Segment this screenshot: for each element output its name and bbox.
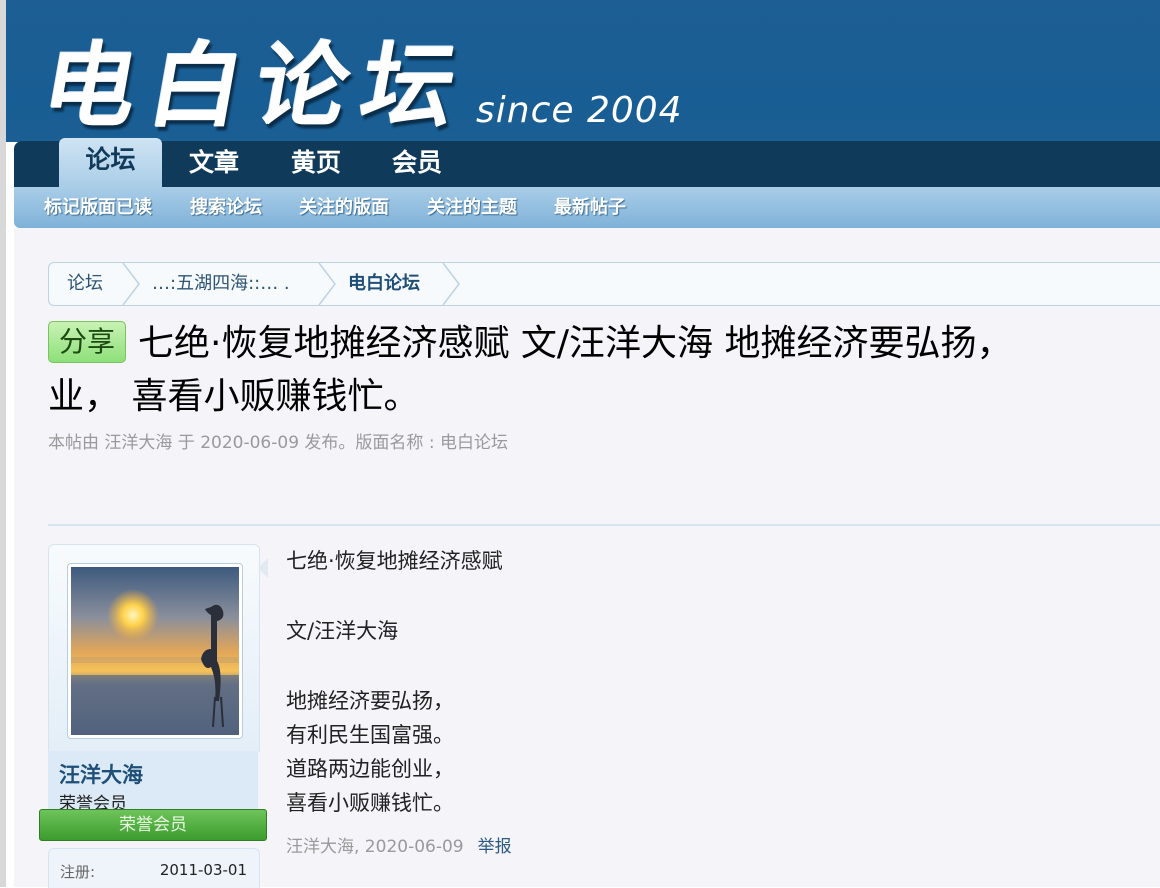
post-user-card: 汪洋大海 荣誉会员 荣誉会员 注册: 2011-03-01 — [39, 544, 267, 888]
user-info: 汪洋大海 荣誉会员 — [48, 751, 258, 814]
subnav-watched-threads[interactable]: 关注的主题 — [427, 187, 517, 228]
subnav-mark-read[interactable]: 标记版面已读 — [44, 187, 152, 228]
post-line: 有利民生国富强。 — [286, 723, 454, 747]
message-pointer — [258, 558, 268, 578]
subnav-new-posts[interactable]: 最新帖子 — [554, 187, 626, 228]
site-header: 电白论坛 since 2004 — [6, 0, 1160, 142]
page-content: 论坛 …:五湖四海::… . 电白论坛 分享 七绝·恢复地摊经济感赋 文/汪洋大海… — [14, 228, 1160, 888]
breadcrumb-item-current[interactable]: 电白论坛 — [348, 263, 420, 305]
tab-members[interactable]: 会员 — [377, 141, 457, 187]
user-register-info: 注册: 2011-03-01 — [48, 848, 260, 888]
tab-yellow-pages[interactable]: 黄页 — [276, 141, 356, 187]
post-line: 地摊经济要弘扬， — [286, 689, 454, 713]
thread-prefix-badge[interactable]: 分享 — [48, 321, 127, 363]
main-nav: 论坛 文章 黄页 会员 — [14, 138, 1160, 187]
breadcrumb-chevron-icon — [442, 263, 460, 305]
breadcrumb-chevron-icon — [122, 263, 140, 305]
avatar[interactable] — [67, 563, 243, 739]
avatar-image — [71, 567, 239, 735]
post-line: 文/汪洋大海 — [286, 619, 399, 643]
thread-title-line-2: 业， 喜看小贩赚钱忙。 — [48, 376, 420, 417]
section-divider — [48, 524, 1160, 526]
report-link[interactable]: 举报 — [478, 837, 512, 857]
post-line: 喜看小贩赚钱忙。 — [286, 791, 454, 815]
post-author-date[interactable]: 汪洋大海, 2020-06-09 — [286, 837, 464, 857]
tab-articles[interactable]: 文章 — [174, 141, 254, 187]
post-line: 七绝·恢复地摊经济感赋 — [286, 549, 503, 573]
breadcrumb-item-category[interactable]: …:五湖四海::… . — [152, 263, 290, 305]
thread-title-line-1: 七绝·恢复地摊经济感赋 文/汪洋大海 地摊经济要弘扬， — [138, 323, 1013, 364]
subnav-search-forums[interactable]: 搜索论坛 — [190, 187, 262, 228]
tab-forum[interactable]: 论坛 — [59, 138, 162, 187]
thread-meta: 本帖由 汪洋大海 于 2020-06-09 发布。版面名称 : 电白论坛 — [48, 433, 508, 453]
sub-nav: 标记版面已读 搜索论坛 关注的版面 关注的主题 最新帖子 — [14, 187, 1160, 228]
breadcrumb-chevron-icon — [318, 263, 336, 305]
register-date: 2011-03-01 — [159, 861, 247, 879]
post-line: 道路两边能创业， — [286, 757, 454, 781]
logo-since-text: since 2004 — [476, 90, 683, 131]
post-message-body: 七绝·恢复地摊经济感赋 文/汪洋大海 地摊经济要弘扬， 有利民生国富强。 道路两… — [286, 544, 1146, 820]
user-rank-banner: 荣誉会员 — [39, 809, 267, 841]
logo-text: 电白论坛 — [35, 32, 479, 140]
breadcrumb-item-forum[interactable]: 论坛 — [67, 263, 103, 305]
avatar-container — [48, 544, 260, 752]
register-label: 注册: — [60, 863, 96, 881]
breadcrumb: 论坛 …:五湖四海::… . 电白论坛 — [48, 262, 1160, 306]
post-author-name[interactable]: 汪洋大海 — [59, 759, 143, 789]
post-footer: 汪洋大海, 2020-06-09 举报 — [286, 832, 512, 857]
subnav-watched-forums[interactable]: 关注的版面 — [299, 187, 389, 228]
